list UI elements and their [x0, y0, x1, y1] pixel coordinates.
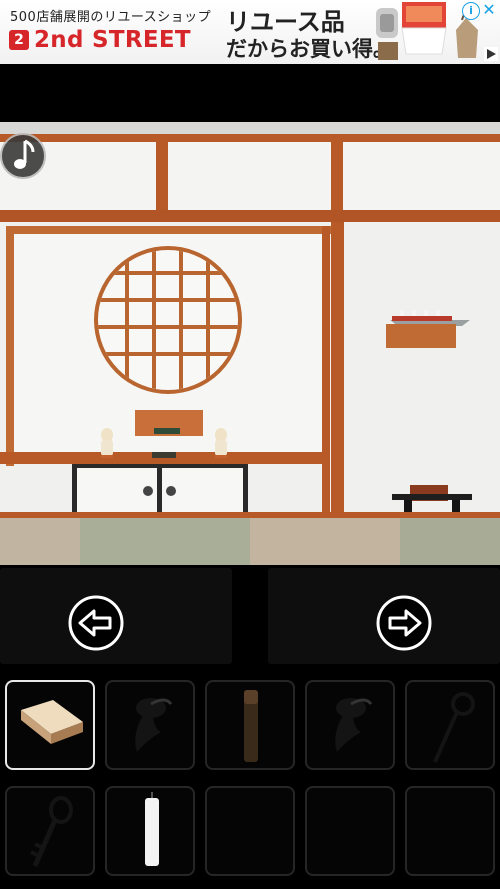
inventory-slot-2[interactable] — [105, 680, 195, 770]
tatami-mat-4 — [400, 518, 500, 565]
alcove-right-post — [322, 226, 330, 516]
ad-tagline: リユース品 — [226, 8, 345, 36]
black-hook-icon-2 — [335, 698, 373, 752]
doll-right[interactable] — [215, 428, 227, 458]
inventory-slot-3[interactable] — [205, 680, 295, 770]
upper-post-left — [156, 140, 168, 212]
top-beam — [0, 134, 500, 142]
close-icon[interactable]: ✕ — [481, 2, 497, 18]
tatami-mat-1 — [0, 518, 80, 565]
baseboard — [0, 512, 500, 518]
small-tray[interactable] — [154, 428, 180, 434]
lintel-beam — [0, 210, 500, 222]
wooden-stick-icon — [244, 690, 258, 762]
nav-left-panel[interactable] — [0, 568, 232, 664]
transom-wall — [0, 140, 500, 212]
ad-text-line: 500店舗展開のリユースショップ — [10, 10, 212, 25]
wooden-box-icon — [21, 700, 83, 744]
ad-choices-icon[interactable] — [484, 47, 498, 61]
inventory-slot-8[interactable] — [205, 786, 295, 876]
ad-brand-name: 2nd STREET — [34, 27, 191, 53]
room-scene[interactable] — [0, 122, 500, 565]
main-post — [331, 222, 344, 517]
inventory-slot-1[interactable] — [5, 680, 95, 770]
upper-post-right — [331, 140, 343, 212]
ad-banner[interactable]: 500店舗展開のリユースショップ 2 2nd STREET リユース品 だからお… — [0, 0, 500, 64]
inventory-slot-4[interactable] — [305, 680, 395, 770]
small-object-on-shelf[interactable] — [152, 452, 176, 458]
key-icon — [30, 796, 73, 867]
music-note-icon[interactable] — [0, 130, 50, 182]
inventory-slot-6[interactable] — [5, 786, 95, 876]
doll-left[interactable] — [101, 428, 113, 458]
alcove-left-frame — [6, 226, 14, 466]
inventory-slot-5[interactable] — [405, 680, 495, 770]
inventory-slot-7[interactable] — [105, 786, 195, 876]
arrow-left-icon[interactable] — [68, 595, 124, 651]
white-candle-icon — [145, 792, 159, 866]
ring-rod-icon — [433, 692, 475, 763]
ad-logo-badge: 2 — [9, 30, 29, 50]
arrow-right-icon[interactable] — [376, 595, 432, 651]
tatami-mat-2 — [80, 518, 250, 565]
inventory-slot-9[interactable] — [305, 786, 395, 876]
inventory-slot-10[interactable] — [405, 786, 495, 876]
sliding-cabinet[interactable] — [72, 464, 248, 516]
ad-tagline-sub: だからお買い得。 — [226, 37, 394, 61]
tatami-mat-3 — [250, 518, 400, 565]
alcove-top-frame — [8, 226, 334, 234]
nav-right-panel[interactable] — [268, 568, 500, 664]
info-icon[interactable]: i — [462, 2, 480, 20]
ad-product-image — [376, 2, 447, 60]
black-hook-icon — [135, 698, 173, 752]
